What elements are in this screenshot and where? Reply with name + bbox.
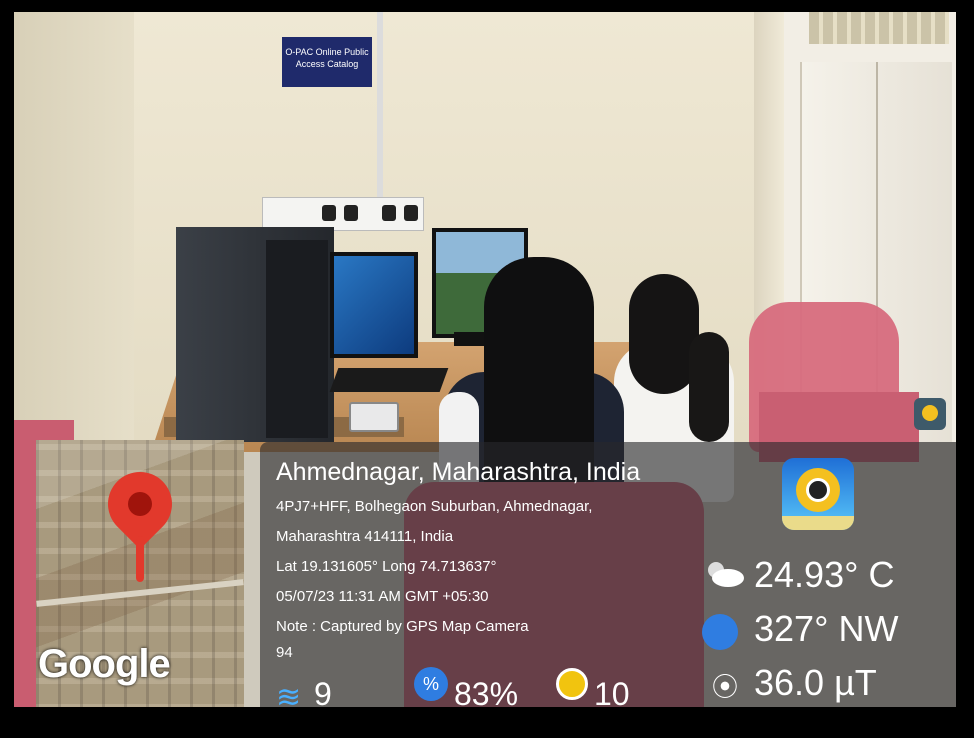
- person-right-ponytail: [689, 332, 729, 442]
- switchboard: [262, 197, 424, 231]
- address-line-2: Maharashtra 414111, India: [276, 528, 454, 545]
- temperature-value: 24.93° C: [754, 554, 895, 595]
- humidity-icon: %: [414, 667, 448, 701]
- gps-map-camera-app-icon: [782, 458, 854, 530]
- sign-line-1: O-PAC Online Public: [285, 47, 369, 57]
- phone: [349, 402, 399, 432]
- opac-sign: O-PAC Online Public Access Catalog: [282, 37, 372, 87]
- location-title: Ahmednagar, Maharashtra, India: [276, 458, 641, 486]
- socket: [344, 205, 358, 221]
- vent-grille: [809, 12, 949, 44]
- computer-tower-front: [266, 240, 328, 438]
- cloud-sun-icon: [708, 562, 744, 587]
- note: Note : Captured by GPS Map Camera: [276, 618, 529, 635]
- sign-line-2: Access Catalog: [295, 59, 359, 69]
- socket: [322, 205, 336, 221]
- bottom-crop: [14, 707, 956, 713]
- datetime: 05/07/23 11:31 AM GMT +05:30: [276, 588, 489, 605]
- magnetic-value: 36.0 µT: [754, 662, 877, 703]
- wall-conduit: [377, 12, 383, 207]
- direction-value: 327° NW: [754, 608, 899, 649]
- socket: [382, 205, 396, 221]
- location-pin-tail: [136, 536, 144, 582]
- magnetic-field-icon: ⦿: [712, 672, 739, 702]
- note-extra: 94: [276, 644, 293, 661]
- app-badge-icon: [914, 398, 946, 430]
- google-logo: Google: [38, 642, 171, 686]
- address-line-1: 4PJ7+HFF, Bolhegaon Suburban, Ahmednagar…: [276, 498, 593, 515]
- map-thumbnail: Google: [36, 440, 244, 710]
- photo: O-PAC Online Public Access Catalog Googl…: [14, 12, 956, 713]
- location-pin-dot: [128, 492, 152, 516]
- screen: O-PAC Online Public Access Catalog Googl…: [0, 0, 974, 738]
- keyboard: [329, 368, 449, 392]
- coordinates: Lat 19.131605° Long 74.713637°: [276, 558, 497, 575]
- compass-icon: [702, 614, 738, 650]
- monitor-left: [330, 252, 418, 358]
- pressure-gauge-icon: [556, 668, 588, 700]
- socket: [404, 205, 418, 221]
